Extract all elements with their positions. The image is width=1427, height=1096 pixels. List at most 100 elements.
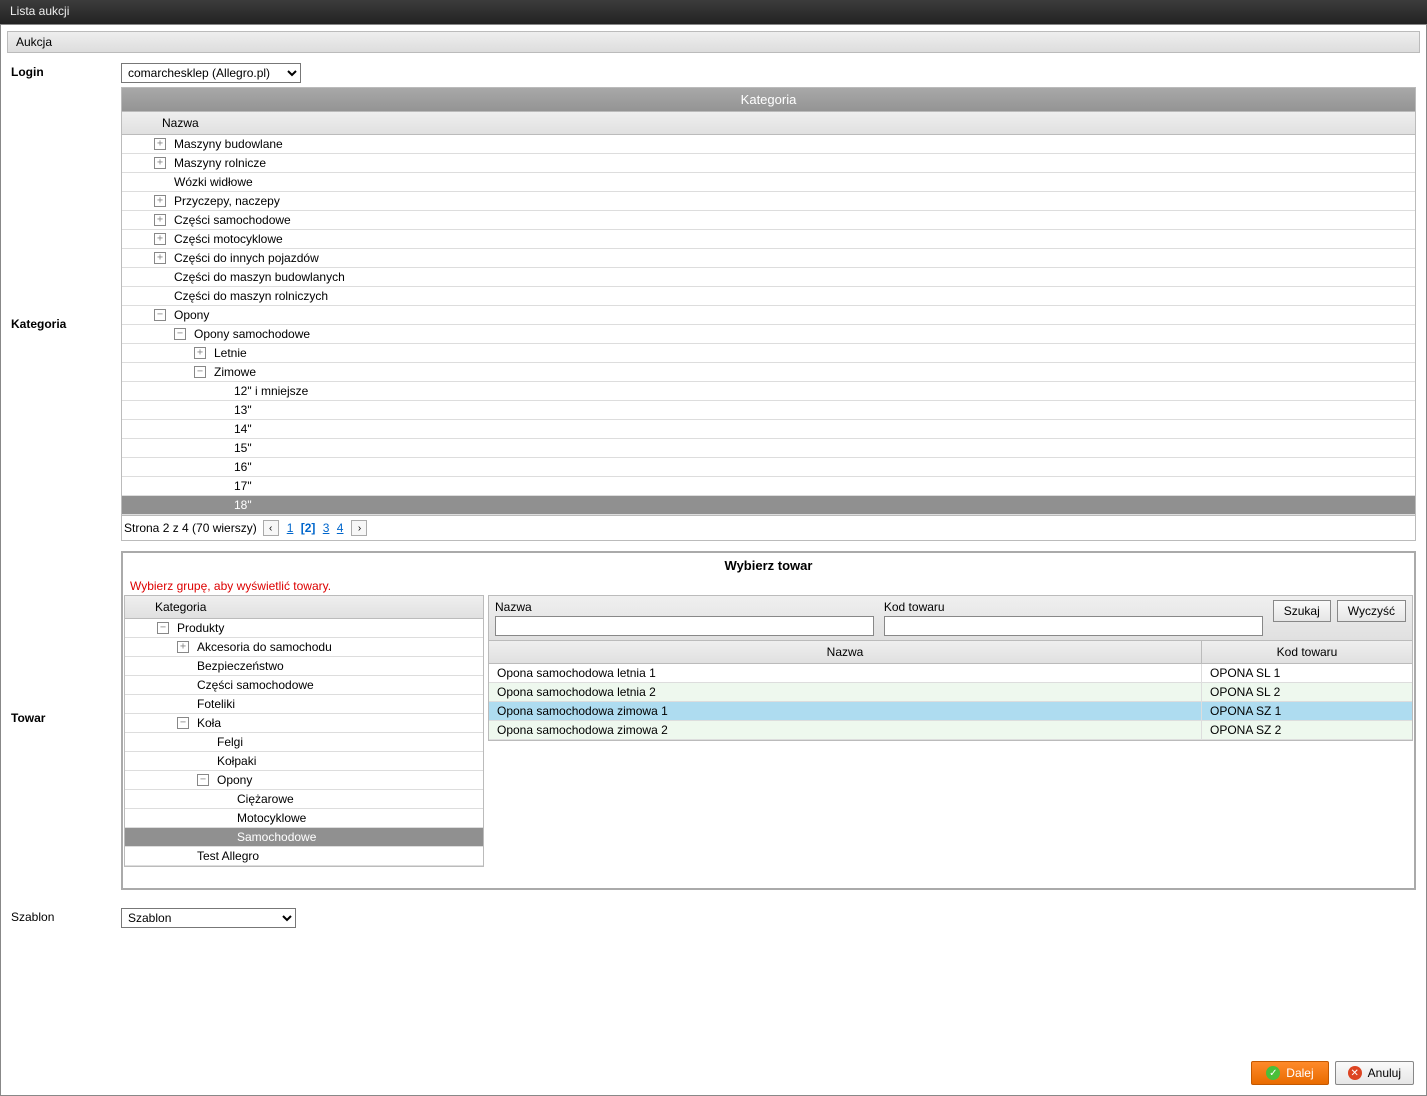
tree-label: 15" [230,441,252,455]
tree-row[interactable]: Wózki widłowe [122,173,1415,192]
template-select[interactable]: Szablon [121,908,296,928]
page-next[interactable]: › [351,520,367,536]
tree-row[interactable]: Foteliki [125,695,483,714]
expand-icon[interactable]: + [154,252,166,264]
result-row[interactable]: Opona samochodowa zimowa 2OPONA SZ 2 [489,721,1412,740]
collapse-icon[interactable]: − [157,622,169,634]
clear-button[interactable]: Wyczyść [1337,600,1406,622]
tree-label: Test Allegro [193,849,259,863]
tree-row[interactable]: 15" [122,439,1415,458]
tree-row[interactable]: Test Allegro [125,847,483,866]
tree-label: Samochodowe [233,830,316,844]
search-button[interactable]: Szukaj [1273,600,1331,622]
tree-label: 18" [230,498,252,512]
tree-row[interactable]: Samochodowe [125,828,483,847]
tree-label: Zimowe [210,365,256,379]
product-warning: Wybierz grupę, aby wyświetlić towary. [124,577,1413,595]
tree-label: 13" [230,403,252,417]
tree-row[interactable]: Kołpaki [125,752,483,771]
tree-row[interactable]: 12" i mniejsze [122,382,1415,401]
search-code-input[interactable] [884,616,1263,636]
result-name: Opona samochodowa letnia 1 [489,664,1202,682]
menu-aukcja[interactable]: Aukcja [7,31,1420,53]
tree-label: Produkty [173,621,224,635]
result-name: Opona samochodowa letnia 2 [489,683,1202,701]
check-icon: ✓ [1266,1066,1280,1080]
tree-row[interactable]: 13" [122,401,1415,420]
category-panel-title: Kategoria [121,87,1416,112]
tree-row[interactable]: Motocyklowe [125,809,483,828]
tree-label: Wózki widłowe [170,175,253,189]
tree-row[interactable]: +Części samochodowe [122,211,1415,230]
tree-label: Części samochodowe [193,678,314,692]
expand-icon[interactable]: + [154,214,166,226]
category-tree[interactable]: +Maszyny budowlane+Maszyny rolniczeWózki… [121,135,1416,516]
tree-label: Opony samochodowe [190,327,310,341]
tree-row[interactable]: Felgi [125,733,483,752]
tree-label: Foteliki [193,697,235,711]
collapse-icon[interactable]: − [174,328,186,340]
login-label: Login [11,63,121,79]
expand-icon[interactable]: + [154,157,166,169]
window-title: Lista aukcji [0,0,1427,24]
tree-row[interactable]: 16" [122,458,1415,477]
page-4[interactable]: 4 [335,521,346,535]
expand-icon[interactable]: + [154,138,166,150]
tree-row[interactable]: + Części motocyklowe [122,230,1415,249]
collapse-icon[interactable]: − [197,774,209,786]
product-label: Towar [11,551,121,725]
tree-label: Części motocyklowe [170,232,283,246]
close-icon: ✕ [1348,1066,1362,1080]
tree-row[interactable]: Części samochodowe [125,676,483,695]
tree-row[interactable]: Bezpieczeństwo [125,657,483,676]
tree-row[interactable]: −Koła [125,714,483,733]
tree-row[interactable]: 14" [122,420,1415,439]
expand-icon[interactable]: + [154,195,166,207]
tree-row[interactable]: + Części do innych pojazdów [122,249,1415,268]
collapse-icon[interactable]: − [194,366,206,378]
page-3[interactable]: 3 [321,521,332,535]
tree-row[interactable]: Części do maszyn budowlanych [122,268,1415,287]
result-name: Opona samochodowa zimowa 2 [489,721,1202,739]
page-1[interactable]: 1 [285,521,296,535]
tree-label: Maszyny rolnicze [170,156,266,170]
page-prev[interactable]: ‹ [263,520,279,536]
tree-row[interactable]: +Przyczepy, naczepy [122,192,1415,211]
template-label: Szablon [11,908,121,924]
tree-row[interactable]: 18" [122,496,1415,515]
tree-row[interactable]: Ciężarowe [125,790,483,809]
tree-row[interactable]: +Letnie [122,344,1415,363]
result-code: OPONA SL 1 [1202,664,1412,682]
tree-label: Motocyklowe [233,811,306,825]
tree-row[interactable]: −Opony samochodowe [122,325,1415,344]
tree-row[interactable]: −Opony [122,306,1415,325]
tree-row[interactable]: −Opony [125,771,483,790]
product-section-title: Wybierz towar [124,554,1413,577]
tree-label: Kołpaki [213,754,256,768]
expand-icon[interactable]: + [154,233,166,245]
result-row[interactable]: Opona samochodowa letnia 2OPONA SL 2 [489,683,1412,702]
results-table[interactable]: Opona samochodowa letnia 1OPONA SL 1Opon… [488,664,1413,741]
login-select[interactable]: comarchesklep (Allegro.pl) [121,63,301,83]
tree-row[interactable]: −Zimowe [122,363,1415,382]
search-name-input[interactable] [495,616,874,636]
tree-label: Akcesoria do samochodu [193,640,332,654]
tree-row[interactable]: −Produkty [125,619,483,638]
result-row[interactable]: Opona samochodowa zimowa 1OPONA SZ 1 [489,702,1412,721]
collapse-icon[interactable]: − [154,309,166,321]
tree-label: Części do innych pojazdów [170,251,319,265]
expand-icon[interactable]: + [194,347,206,359]
tree-row[interactable]: 17" [122,477,1415,496]
cancel-button[interactable]: ✕ Anuluj [1335,1061,1414,1085]
tree-row[interactable]: + Akcesoria do samochodu [125,638,483,657]
next-button[interactable]: ✓ Dalej [1251,1061,1328,1085]
expand-icon[interactable]: + [177,641,189,653]
results-code-header: Kod towaru [1202,641,1412,663]
tree-row[interactable]: Części do maszyn rolniczych [122,287,1415,306]
product-tree[interactable]: −Produkty+Akcesoria do samochoduBezpiecz… [124,619,484,867]
tree-row[interactable]: + Maszyny rolnicze [122,154,1415,173]
result-row[interactable]: Opona samochodowa letnia 1OPONA SL 1 [489,664,1412,683]
collapse-icon[interactable]: − [177,717,189,729]
tree-label: Koła [193,716,221,730]
tree-row[interactable]: +Maszyny budowlane [122,135,1415,154]
